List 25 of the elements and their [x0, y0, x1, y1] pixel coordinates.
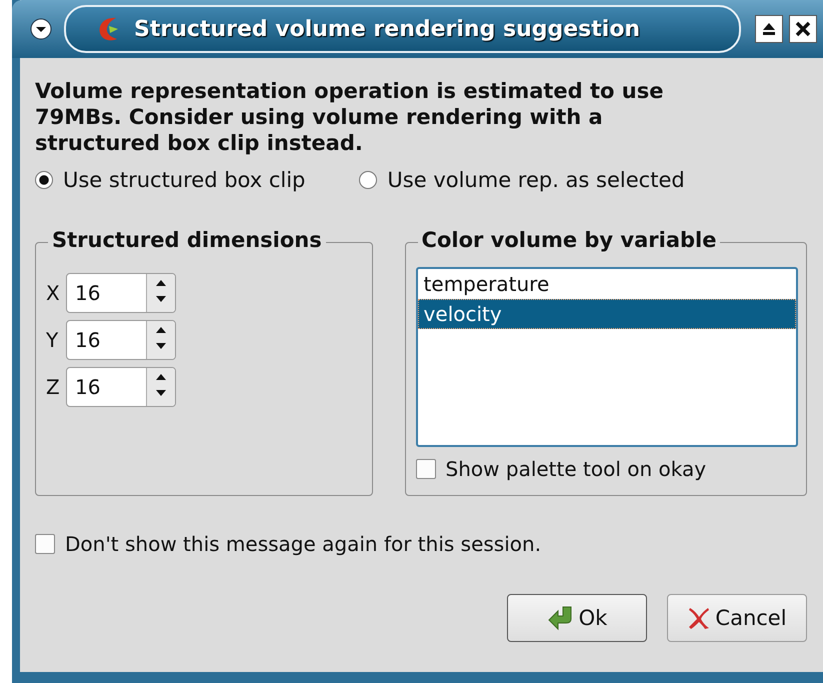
checkbox[interactable]	[416, 459, 436, 479]
chevron-down-icon	[30, 18, 52, 40]
variable-list[interactable]: temperature velocity	[416, 267, 798, 447]
field-label: X	[46, 281, 61, 305]
group-title: Color volume by variable	[418, 228, 720, 252]
close-button[interactable]	[789, 15, 817, 43]
spin-box[interactable]: 16	[66, 367, 176, 407]
list-item[interactable]: temperature	[418, 269, 796, 299]
palette-checkbox-row[interactable]: Show palette tool on okay	[416, 457, 798, 481]
close-icon	[794, 20, 812, 38]
checkbox-label: Show palette tool on okay	[446, 457, 706, 481]
cancel-x-icon	[687, 605, 712, 631]
list-item[interactable]: velocity	[418, 299, 796, 329]
ok-button[interactable]: Ok	[507, 594, 647, 642]
checkbox-label: Don't show this message again for this session.	[65, 532, 542, 556]
checkbox[interactable]	[35, 534, 55, 554]
dont-show-checkbox-row[interactable]: Don't show this message again for this session.	[35, 532, 807, 556]
shade-button[interactable]	[755, 15, 783, 43]
spin-box[interactable]: 16	[66, 273, 176, 313]
spin-box[interactable]: 16	[66, 320, 176, 360]
field-label: Y	[46, 328, 60, 352]
message-text: Volume representation operation is estimated to use 79MBs. Consider using volume rendering with a structured box clip instead.	[35, 78, 664, 156]
cancel-button[interactable]: Cancel	[667, 594, 807, 642]
field-label: Z	[46, 375, 61, 399]
window-title: Structured volume rendering suggestion	[134, 16, 640, 42]
